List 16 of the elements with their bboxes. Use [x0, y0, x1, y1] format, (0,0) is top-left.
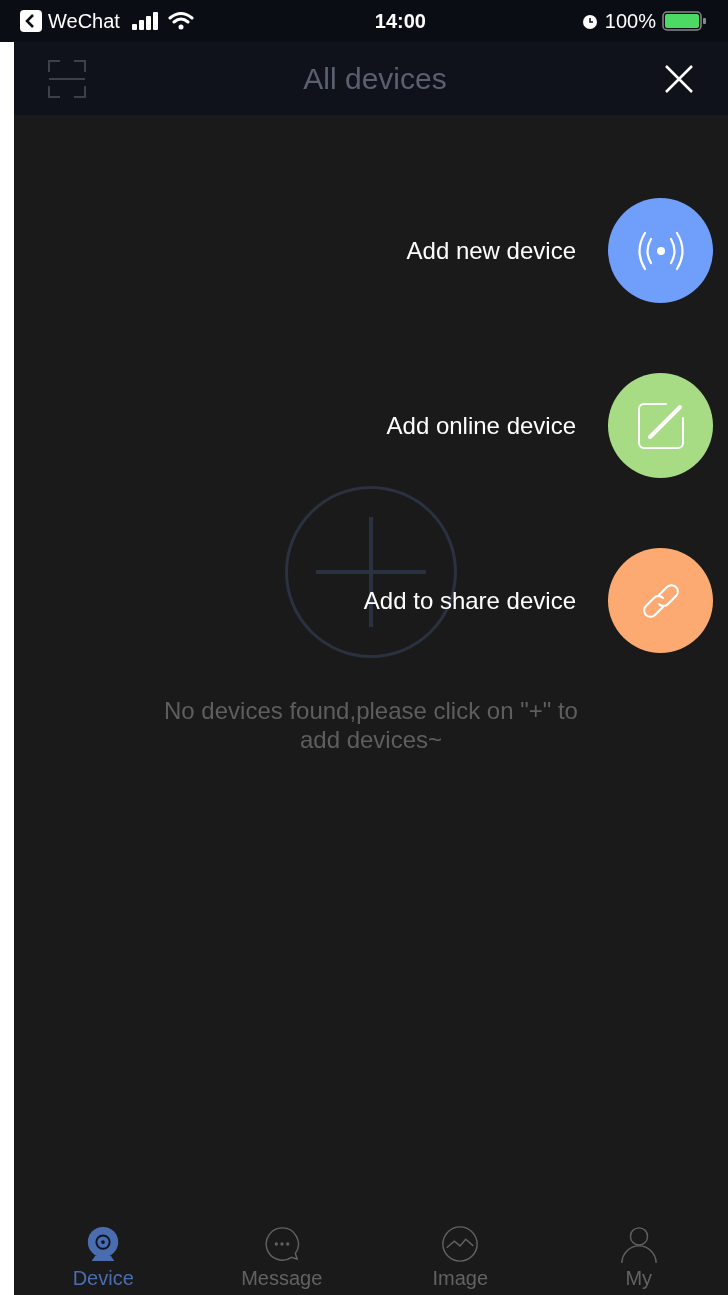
header-title: All devices — [302, 61, 448, 97]
back-icon — [20, 10, 42, 32]
menu-option-label[interactable]: Add new device — [406, 232, 576, 269]
wifi-icon — [167, 11, 194, 31]
person-icon — [618, 1225, 659, 1263]
menu-option-label[interactable]: Add online device — [386, 407, 576, 444]
empty-state-message: No devices found,please click on "+" to add devices~ — [163, 696, 579, 754]
back-app-label[interactable]: WeChat — [48, 6, 120, 36]
clock-time: 14:00 — [373, 9, 427, 34]
close-icon[interactable] — [664, 63, 694, 94]
battery-icon — [662, 11, 708, 31]
landscape-icon — [440, 1225, 481, 1263]
menu-option-label[interactable]: Add to share device — [363, 582, 576, 619]
battery-percent: 100% — [604, 9, 656, 34]
alarm-icon — [580, 12, 599, 30]
edit-icon — [635, 400, 686, 451]
